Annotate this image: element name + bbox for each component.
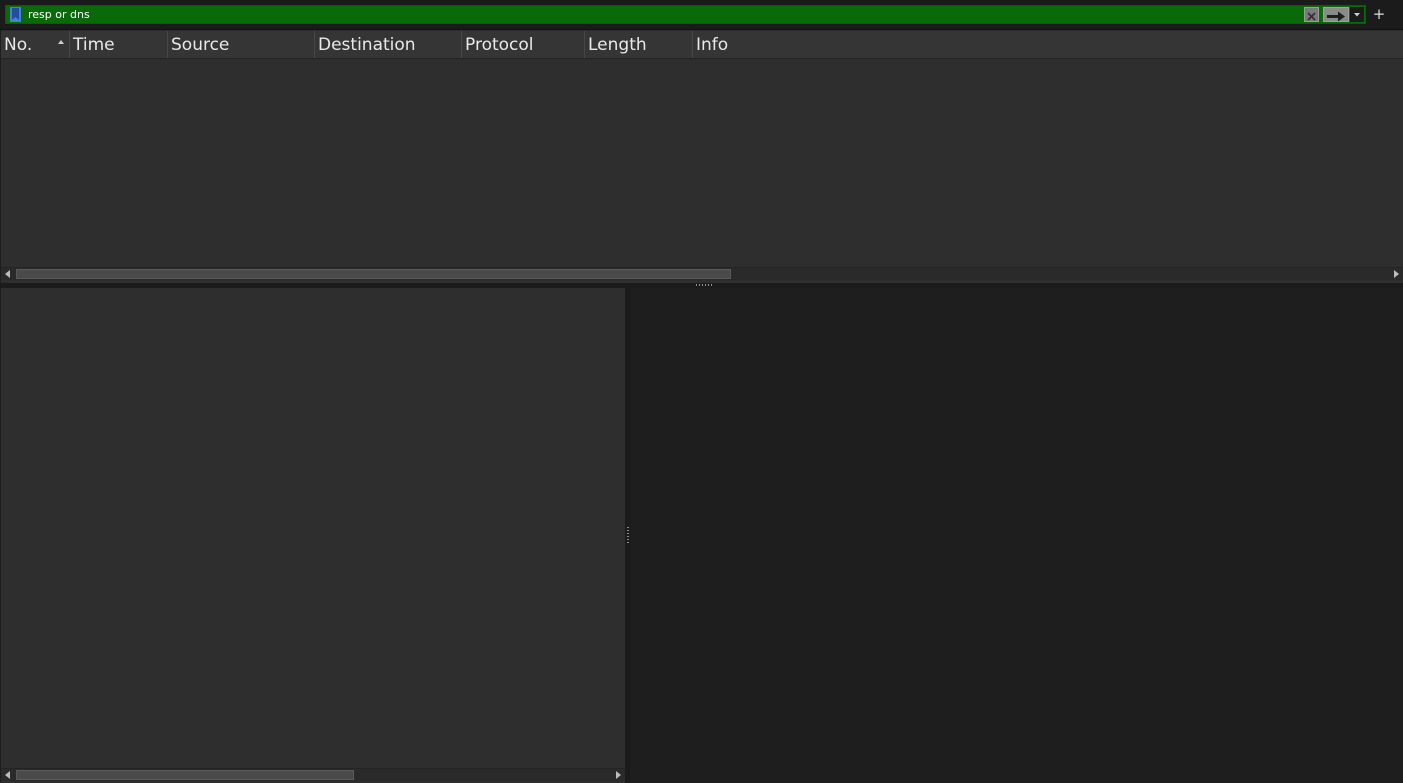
packet-list-body[interactable] (1, 59, 1403, 267)
column-header-label: Length (588, 35, 647, 55)
clear-x-icon[interactable] (1304, 7, 1319, 22)
column-header-time[interactable]: Time (70, 31, 168, 58)
display-filter-field[interactable] (5, 5, 1366, 24)
column-header-label: Time (73, 35, 115, 55)
packet-list-horizontal-scrollbar[interactable] (1, 267, 1403, 280)
scroll-left-icon[interactable] (5, 270, 10, 278)
column-header-source[interactable]: Source (168, 31, 315, 58)
scroll-right-icon[interactable] (1394, 270, 1399, 278)
sort-ascending-icon (58, 40, 64, 44)
column-header-label: No. (4, 35, 33, 55)
column-header-info[interactable]: Info (693, 31, 1403, 58)
column-header-protocol[interactable]: Protocol (462, 31, 585, 58)
column-header-label: Source (171, 35, 230, 55)
splitter-grip-icon[interactable] (627, 527, 629, 545)
display-filter-input[interactable] (26, 6, 1305, 23)
column-header-label: Destination (318, 35, 416, 55)
packet-details-pane[interactable] (1, 288, 625, 783)
scrollbar-thumb[interactable] (16, 770, 354, 780)
apply-arrow-icon[interactable] (1323, 7, 1349, 22)
column-header-destination[interactable]: Destination (315, 31, 462, 58)
scroll-right-icon[interactable] (616, 771, 621, 779)
packet-list[interactable]: No. Time Source Destination Protocol Len… (1, 30, 1403, 283)
packet-bytes-pane[interactable] (630, 288, 1403, 783)
packet-list-header: No. Time Source Destination Protocol Len… (1, 31, 1403, 59)
column-header-no[interactable]: No. (1, 31, 70, 58)
details-horizontal-scrollbar[interactable] (1, 768, 625, 781)
column-header-label: Protocol (465, 35, 534, 55)
splitter-grip-icon[interactable] (696, 284, 714, 286)
column-header-length[interactable]: Length (585, 31, 693, 58)
chevron-down-icon[interactable] (1350, 7, 1364, 22)
scroll-left-icon[interactable] (5, 771, 10, 779)
add-filter-button[interactable]: + (1372, 6, 1386, 22)
bookmark-icon[interactable] (7, 7, 24, 22)
scrollbar-thumb[interactable] (16, 269, 731, 279)
display-filter-toolbar: + (0, 0, 1403, 30)
column-header-label: Info (696, 35, 729, 55)
